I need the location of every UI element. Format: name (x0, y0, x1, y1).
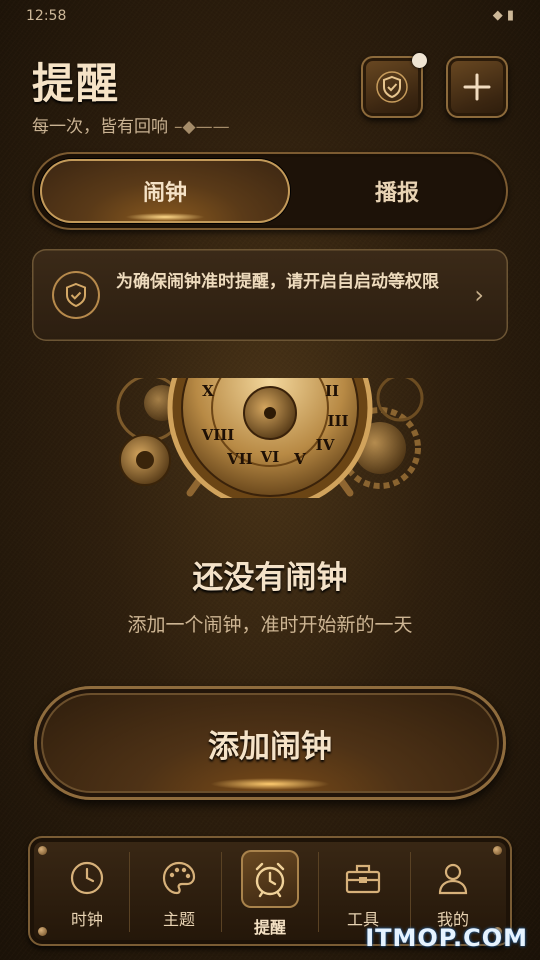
mode-tabs: 闹钟 播报 (32, 152, 508, 230)
notice-text: 为确保闹钟准时提醒，请开启自启动等权限 (116, 272, 439, 292)
clock-icon (67, 858, 107, 898)
gear-left-hub (136, 451, 154, 469)
plus-icon (463, 73, 491, 101)
nav-label-clock: 时钟 (70, 910, 103, 929)
subtitle-ornament: –◆—— (174, 117, 230, 137)
alarm-clock-icon (241, 850, 299, 908)
svg-text:X: X (202, 382, 214, 400)
tab-alarm[interactable]: 闹钟 (40, 159, 290, 223)
tab-broadcast[interactable]: 播报 (294, 159, 500, 223)
add-alarm-label: 添加闹钟 (208, 728, 332, 765)
nav-label-reminder: 提醒 (253, 918, 286, 937)
svg-text:III: III (327, 412, 348, 430)
clock-center-hub (264, 407, 276, 419)
subtitle-text: 每一次，皆有回响 (32, 117, 168, 137)
svg-text:VI: VI (260, 448, 280, 466)
page-title: 提醒 (32, 59, 121, 108)
tab-glow (125, 213, 205, 221)
palette-icon (159, 858, 199, 898)
nav-divider (221, 852, 222, 932)
add-alarm-button[interactable]: 添加闹钟 (34, 686, 506, 800)
autostart-permission-notice[interactable]: 为确保闹钟准时提醒，请开启自启动等权限 › (32, 249, 508, 341)
svg-text:V: V (293, 450, 306, 468)
nav-divider (129, 852, 130, 932)
chevron-right-icon: › (474, 281, 484, 309)
nav-item-reminder[interactable]: 提醒 (225, 846, 315, 938)
nav-item-clock[interactable]: 时钟 (42, 846, 132, 938)
steampunk-clock-illustration: X II III VIII IV VII VI V (116, 378, 424, 498)
svg-text:IV: IV (316, 436, 335, 454)
svg-text:II: II (325, 382, 339, 400)
page-subtitle: 每一次，皆有回响 –◆—— (32, 112, 230, 137)
svg-text:VIII: VIII (201, 426, 235, 444)
notice-shield-icon (52, 271, 100, 319)
button-glow (210, 778, 330, 790)
gear-right-top (376, 378, 424, 422)
toolbox-icon (343, 858, 383, 898)
user-icon (433, 858, 473, 898)
status-time: 12:58 (26, 8, 67, 24)
notification-dot (412, 53, 427, 68)
tab-broadcast-label: 播报 (374, 181, 419, 206)
status-icons: ◆ ▮ (492, 8, 514, 23)
tab-alarm-label: 闹钟 (142, 181, 187, 206)
nav-label-theme: 主题 (162, 910, 195, 929)
empty-state-subtitle: 添加一个闹钟，准时开始新的一天 (127, 614, 413, 636)
watermark: ITMOP.COM (365, 924, 528, 952)
empty-state-title: 还没有闹钟 (192, 560, 348, 596)
nav-item-theme[interactable]: 主题 (134, 846, 224, 938)
add-button[interactable] (446, 56, 508, 118)
shield-check-icon (376, 71, 408, 103)
svg-text:VII: VII (226, 450, 253, 468)
status-bar: 12:58 ◆ ▮ (0, 0, 540, 32)
